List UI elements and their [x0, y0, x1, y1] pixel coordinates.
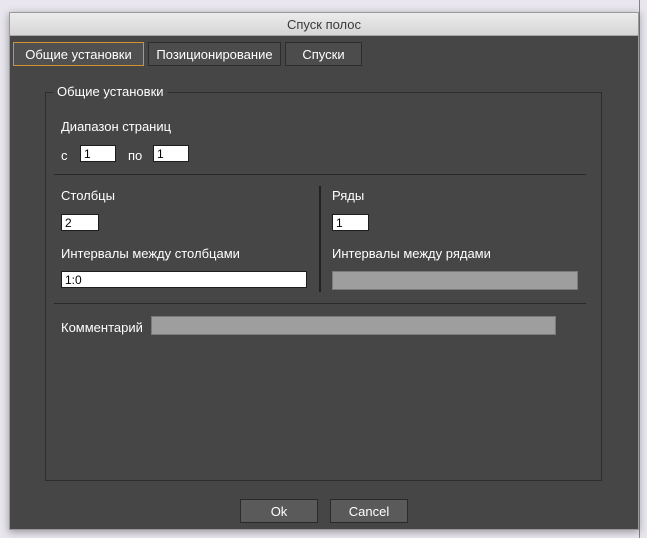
cancel-button[interactable]: Cancel [330, 499, 408, 523]
divider [54, 303, 586, 304]
tab-label: Позиционирование [156, 46, 273, 62]
rows-input[interactable] [332, 214, 369, 231]
page-to-input[interactable] [153, 145, 189, 162]
column-gap-label: Интервалы между столбцами [61, 246, 240, 261]
column-gap-input[interactable] [61, 271, 307, 288]
window-edge-line [639, 0, 640, 538]
from-label: с [61, 148, 68, 163]
page-from-input[interactable] [80, 145, 116, 162]
comment-label: Комментарий [61, 320, 143, 335]
tab-label: Спуски [302, 46, 345, 62]
to-label: по [128, 148, 143, 163]
ok-button[interactable]: Ok [240, 499, 318, 523]
cancel-button-label: Cancel [348, 503, 390, 519]
dialog-window: Спуск полос Общие установки Позициониров… [9, 12, 639, 530]
row-gap-input[interactable] [332, 271, 578, 290]
divider [54, 174, 586, 175]
window-title: Спуск полос [286, 16, 362, 32]
tab-impositions[interactable]: Спуски [285, 42, 362, 66]
comment-input[interactable] [151, 316, 556, 335]
tab-general-settings[interactable]: Общие установки [13, 42, 144, 66]
title-bar: Спуск полос [10, 13, 638, 36]
rows-label: Ряды [332, 188, 365, 203]
columns-label: Столбцы [61, 188, 115, 203]
row-gap-label: Интервалы между рядами [332, 246, 491, 261]
group-title: Общие установки [53, 84, 168, 99]
page-range-label: Диапазон страниц [61, 119, 172, 134]
columns-input[interactable] [61, 214, 99, 231]
ok-button-label: Ok [270, 503, 288, 519]
tab-positioning[interactable]: Позиционирование [148, 42, 281, 66]
tab-label: Общие установки [25, 46, 132, 62]
column-divider [319, 186, 321, 292]
